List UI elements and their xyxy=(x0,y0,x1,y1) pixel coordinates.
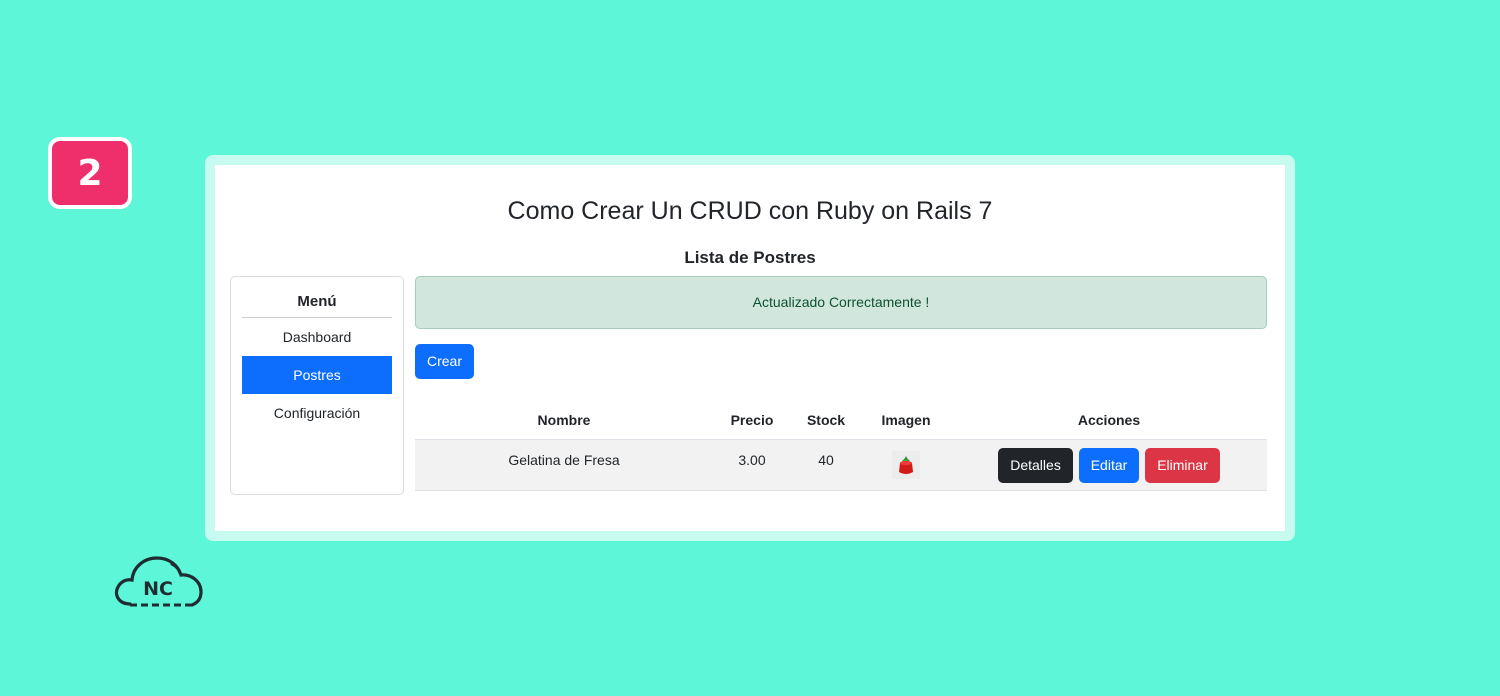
column-header-imagen: Imagen xyxy=(861,401,951,440)
column-header-stock: Stock xyxy=(791,401,861,440)
sidebar-item-dashboard[interactable]: Dashboard xyxy=(242,318,392,356)
cell-imagen xyxy=(861,439,951,491)
edit-button[interactable]: Editar xyxy=(1078,447,1140,483)
cell-nombre: Gelatina de Fresa xyxy=(415,439,713,491)
column-header-nombre: Nombre xyxy=(415,401,713,440)
success-alert: Actualizado Correctamente ! xyxy=(415,276,1267,329)
column-header-precio: Precio xyxy=(713,401,791,440)
cell-acciones: Detalles Editar Eliminar xyxy=(951,439,1267,491)
cell-stock: 40 xyxy=(791,439,861,491)
page-title: Como Crear Un CRUD con Ruby on Rails 7 xyxy=(507,197,993,225)
logo-text: NC xyxy=(143,578,173,600)
column-header-acciones: Acciones xyxy=(951,401,1267,440)
postres-table: Nombre Precio Stock Imagen Acciones Gela… xyxy=(415,401,1267,491)
cell-precio: 3.00 xyxy=(713,439,791,491)
sidebar-item-postres[interactable]: Postres xyxy=(242,356,392,394)
sidebar-menu: Menú Dashboard Postres Configuración xyxy=(230,276,404,495)
step-number-badge: 2 xyxy=(48,137,132,209)
sidebar-item-configuracion[interactable]: Configuración xyxy=(242,394,392,432)
menu-title: Menú xyxy=(242,293,392,318)
cloud-logo-icon: NC xyxy=(112,550,206,612)
details-button[interactable]: Detalles xyxy=(998,447,1073,483)
screenshot-frame: Como Crear Un CRUD con Ruby on Rails 7 L… xyxy=(205,155,1295,541)
table-row: Gelatina de Fresa 3.00 40 Detalles Edita… xyxy=(415,439,1267,491)
table-header-row: Nombre Precio Stock Imagen Acciones xyxy=(415,401,1267,440)
delete-button[interactable]: Eliminar xyxy=(1145,447,1220,483)
list-title: Lista de Postres xyxy=(684,248,816,267)
strawberry-jelly-thumbnail xyxy=(892,451,920,479)
create-button[interactable]: Crear xyxy=(415,344,475,379)
app-window: Como Crear Un CRUD con Ruby on Rails 7 L… xyxy=(215,165,1285,531)
